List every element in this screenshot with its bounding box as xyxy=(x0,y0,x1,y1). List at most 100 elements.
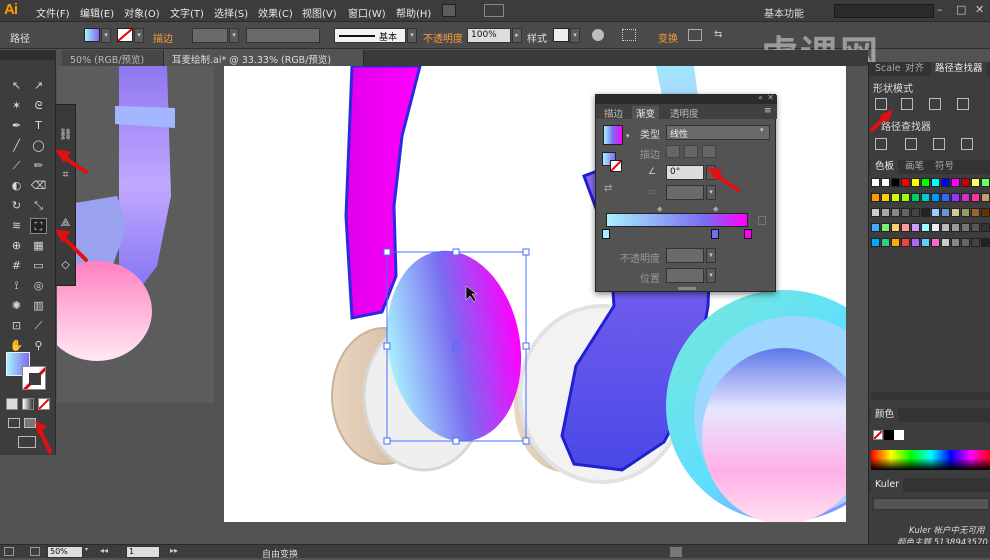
swatch[interactable] xyxy=(911,223,920,232)
swatch[interactable] xyxy=(951,208,960,217)
swatch[interactable] xyxy=(921,193,930,202)
swatch[interactable] xyxy=(981,238,990,247)
swatch[interactable] xyxy=(971,208,980,217)
perspective-distort-icon[interactable]: ⟁ xyxy=(57,215,74,231)
search-input[interactable] xyxy=(834,4,934,18)
swatch[interactable] xyxy=(981,193,990,202)
eraser-icon[interactable]: ⌫ xyxy=(30,178,47,194)
column-graph-icon[interactable]: ▥ xyxy=(30,298,47,314)
swatch[interactable] xyxy=(951,178,960,187)
midpoint-diamond-2[interactable]: ◆ xyxy=(713,205,718,213)
swatch[interactable] xyxy=(961,193,970,202)
swatch[interactable] xyxy=(961,208,970,217)
midpoint-diamond-1[interactable]: ◆ xyxy=(657,205,662,213)
artboard-nav-icon[interactable] xyxy=(30,547,40,556)
arrange-documents-icon[interactable] xyxy=(484,4,504,17)
selection-tool-icon[interactable]: ↖ xyxy=(8,78,25,94)
stop-position-dropdown[interactable]: ▾ xyxy=(706,268,716,283)
zoom-tool-icon[interactable]: ⚲ xyxy=(30,338,47,354)
gradient-mode-icon[interactable] xyxy=(22,398,34,410)
swatch[interactable] xyxy=(951,193,960,202)
bridge-icon[interactable] xyxy=(442,4,456,17)
swatch[interactable] xyxy=(981,208,990,217)
gradient-preset-dropdown[interactable]: ▾ xyxy=(626,132,630,140)
swatch[interactable] xyxy=(921,178,930,187)
stop-opacity-field[interactable] xyxy=(666,248,704,263)
horizontal-scroll-thumb[interactable] xyxy=(670,547,682,557)
tab-transparency[interactable]: 透明度 xyxy=(666,106,703,120)
opacity-field[interactable]: 100% xyxy=(467,28,511,43)
tab-align[interactable]: 对齐 xyxy=(901,62,928,76)
ellipse-tool-icon[interactable]: ◯ xyxy=(30,138,47,154)
tab-color[interactable]: 颜色 xyxy=(871,408,899,422)
stroke-label[interactable]: 描边 xyxy=(153,30,173,45)
swatch[interactable] xyxy=(921,208,930,217)
tab-kuler[interactable]: Kuler xyxy=(871,478,904,492)
symbol-sprayer-icon[interactable]: ✺ xyxy=(8,298,25,314)
pen-tool-icon[interactable]: ✒ xyxy=(8,118,25,134)
stroke-within-icon[interactable] xyxy=(666,145,680,158)
style-dropdown[interactable]: ▾ xyxy=(570,28,580,43)
paintbrush-icon[interactable]: ⟋ xyxy=(8,158,25,174)
tools-panel-header[interactable] xyxy=(0,50,56,60)
draw-normal-icon[interactable] xyxy=(8,418,20,428)
swatch[interactable] xyxy=(971,238,980,247)
swatch[interactable] xyxy=(911,178,920,187)
aspect-ratio-field[interactable] xyxy=(666,185,704,200)
gradient-stop-1[interactable] xyxy=(602,229,610,239)
minimize-icon[interactable]: – xyxy=(937,3,943,16)
zoom-field[interactable]: 50% xyxy=(47,546,83,558)
color-black-swatch[interactable] xyxy=(884,430,894,440)
swatch[interactable] xyxy=(871,223,880,232)
swatch[interactable] xyxy=(961,223,970,232)
swatch[interactable] xyxy=(941,193,950,202)
swatch[interactable] xyxy=(881,238,890,247)
tab-stroke[interactable]: 描边 xyxy=(600,106,627,120)
blob-brush-icon[interactable]: ◐ xyxy=(8,178,25,194)
swatch[interactable] xyxy=(901,178,910,187)
swatch[interactable] xyxy=(881,193,890,202)
brush-dropdown[interactable]: ▾ xyxy=(407,28,417,43)
tab-doc-2[interactable]: 耳麦绘制.ai* @ 33.33% (RGB/预览) xyxy=(164,50,364,66)
swatch[interactable] xyxy=(881,223,890,232)
swatch[interactable] xyxy=(901,223,910,232)
swatch[interactable] xyxy=(881,208,890,217)
line-tool-icon[interactable]: ╱ xyxy=(8,138,25,154)
stroke-proxy[interactable] xyxy=(610,160,622,172)
color-mode-icon[interactable] xyxy=(6,398,18,410)
angle-field[interactable]: 0° xyxy=(666,165,704,180)
swatch[interactable] xyxy=(871,193,880,202)
transform-link[interactable]: 变换 xyxy=(658,30,678,45)
stroke-weight-field[interactable] xyxy=(192,28,228,43)
trim-icon[interactable] xyxy=(905,138,917,150)
first-artboard-icon[interactable]: ◂◂ xyxy=(100,546,108,555)
swatch[interactable] xyxy=(891,193,900,202)
none-mode-icon[interactable] xyxy=(38,398,50,410)
angle-dropdown[interactable]: ▾ xyxy=(706,165,716,180)
scale-tool-icon[interactable]: ⤡ xyxy=(30,198,47,214)
swatch[interactable] xyxy=(921,223,930,232)
zoom-dropdown-icon[interactable]: ▾ xyxy=(85,546,93,558)
swatch[interactable] xyxy=(911,193,920,202)
swatch[interactable] xyxy=(901,238,910,247)
free-transform-option-icon[interactable]: ⌗ xyxy=(57,167,74,183)
gradient-slider[interactable] xyxy=(606,213,748,227)
tab-symbols[interactable]: 符号 xyxy=(931,160,958,174)
swatch[interactable] xyxy=(941,223,950,232)
warp-tool-icon[interactable]: ≋ xyxy=(8,218,25,234)
eyedropper-icon[interactable]: ⟟ xyxy=(8,278,25,294)
opacity-dropdown[interactable]: ▸ xyxy=(512,28,522,43)
menu-type[interactable]: 文字(T) xyxy=(170,5,204,20)
fill-dropdown[interactable]: ▾ xyxy=(101,28,111,43)
direct-selection-tool-icon[interactable]: ↗ xyxy=(30,78,47,94)
type-tool-icon[interactable]: T xyxy=(30,118,47,134)
swatch[interactable] xyxy=(961,178,970,187)
panel-menu-icon[interactable]: ≡ xyxy=(764,106,772,116)
tab-brushes[interactable]: 画笔 xyxy=(901,160,928,174)
menu-edit[interactable]: 编辑(E) xyxy=(80,5,114,20)
blend-tool-icon[interactable]: ◎ xyxy=(30,278,47,294)
stroke-color-box[interactable] xyxy=(22,366,46,390)
recolor-icon[interactable] xyxy=(592,29,604,41)
menu-file[interactable]: 文件(F) xyxy=(36,5,70,20)
swatch[interactable] xyxy=(971,193,980,202)
